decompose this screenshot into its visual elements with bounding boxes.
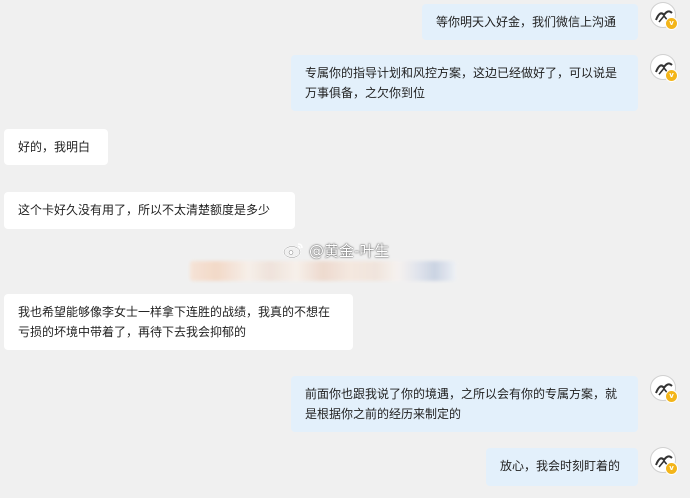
message-bubble-outgoing[interactable]: 专属你的指导计划和风控方案，这边已经做好了，可以说是万事俱备，之欠你到位 xyxy=(291,55,638,111)
agent-avatar[interactable]: v xyxy=(650,375,678,403)
redacted-content-blur xyxy=(190,261,456,281)
weibo-watermark: @黄金-叶生 xyxy=(283,237,423,263)
message-bubble-outgoing[interactable]: 等你明天入好金，我们微信上沟通 xyxy=(422,4,638,40)
weibo-icon xyxy=(283,243,303,259)
message-bubble-incoming[interactable]: 我也希望能够像李女士一样拿下连胜的战绩，我真的不想在亏损的坏境中带着了，再待下去… xyxy=(4,294,353,350)
verified-badge-icon: v xyxy=(665,390,678,403)
message-bubble-outgoing[interactable]: 前面你也跟我说了你的境遇，之所以会有你的专属方案，就是根据你之前的经历来制定的 xyxy=(291,376,638,432)
verified-badge-icon: v xyxy=(665,17,678,30)
message-text: 等你明天入好金，我们微信上沟通 xyxy=(436,15,617,29)
agent-avatar[interactable]: v xyxy=(650,54,678,82)
message-bubble-outgoing[interactable]: 放心，我会时刻盯着的 xyxy=(486,448,638,486)
watermark-text: @黄金-叶生 xyxy=(309,241,390,260)
message-text: 好的，我明白 xyxy=(18,140,91,154)
message-text: 专属你的指导计划和风控方案，这边已经做好了，可以说是万事俱备，之欠你到位 xyxy=(305,66,618,100)
message-text: 前面你也跟我说了你的境遇，之所以会有你的专属方案，就是根据你之前的经历来制定的 xyxy=(305,387,618,421)
message-text: 放心，我会时刻盯着的 xyxy=(500,459,621,473)
message-text: 这个卡好久没有用了，所以不太清楚额度是多少 xyxy=(18,203,271,217)
message-bubble-incoming[interactable]: 好的，我明白 xyxy=(4,129,108,165)
agent-avatar[interactable]: v xyxy=(650,2,678,30)
message-text: 我也希望能够像李女士一样拿下连胜的战绩，我真的不想在亏损的坏境中带着了，再待下去… xyxy=(18,305,331,339)
message-bubble-incoming[interactable]: 这个卡好久没有用了，所以不太清楚额度是多少 xyxy=(4,192,295,229)
verified-badge-icon: v xyxy=(665,462,678,475)
agent-avatar[interactable]: v xyxy=(650,447,678,475)
verified-badge-icon: v xyxy=(665,69,678,82)
